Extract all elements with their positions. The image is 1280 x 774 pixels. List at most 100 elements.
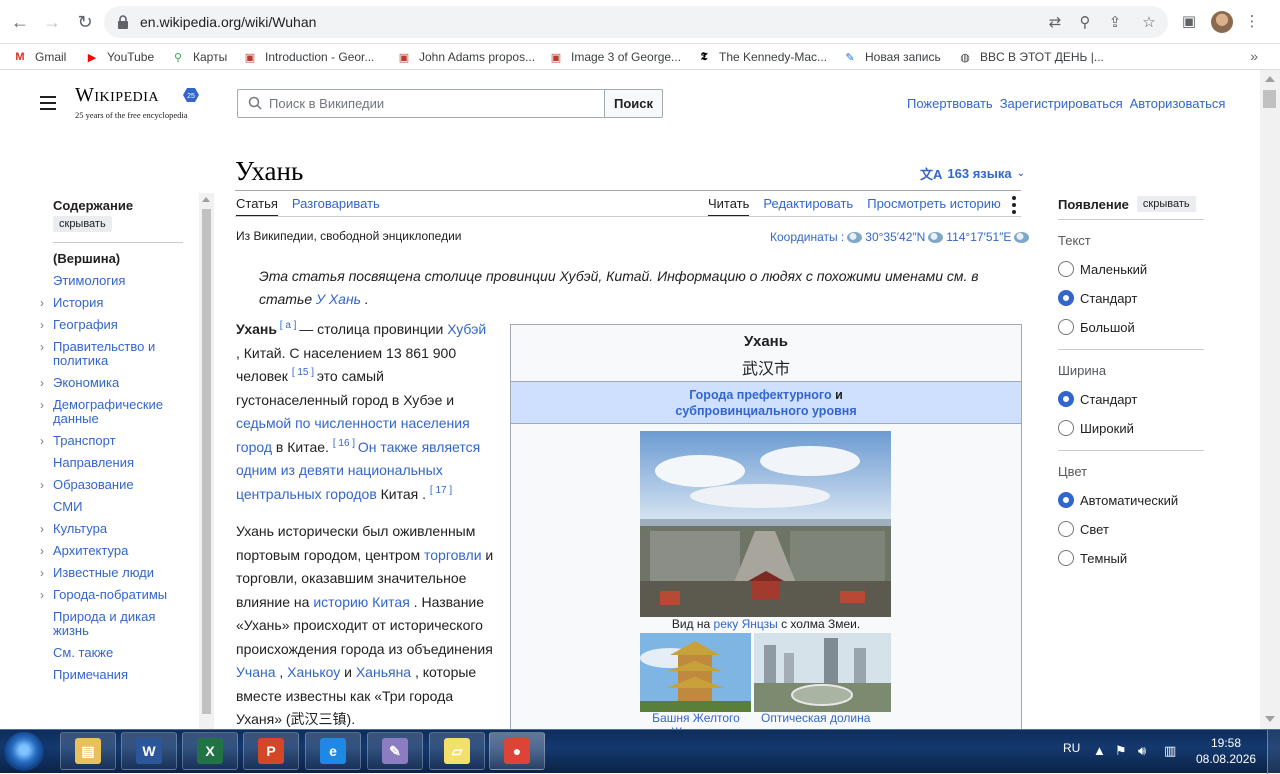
article-link[interactable]: Учана [236,664,276,680]
chevron-right-icon[interactable]: › [40,398,44,412]
taskbar-app-button[interactable]: ▱ [429,732,485,770]
taskbar-app-button[interactable]: ▤ [60,732,116,770]
bookmark-item[interactable]: M Gmail [12,48,66,66]
toc-item[interactable]: › Архитектура [40,543,188,559]
search-button[interactable]: Поиск [604,89,663,118]
login-link[interactable]: Авторизоваться [1130,96,1226,111]
coords-longitude[interactable]: 114°17′51″E [946,230,1011,244]
article-link[interactable]: историю Китая [313,594,409,610]
infobox-type-link[interactable]: Города префектурного [689,388,831,402]
radio-checked-icon[interactable] [1058,290,1074,306]
radio-option[interactable]: Широкий [1058,420,1208,436]
translate-icon[interactable]: ⇄ [1046,14,1064,32]
share-icon[interactable]: ⇪ [1106,14,1124,32]
bookmark-item[interactable]: ▣ Image 3 of George... [548,48,681,66]
bookmarks-overflow-icon[interactable]: » [1250,48,1258,64]
tab-history[interactable]: Просмотреть историю [867,196,1001,217]
toc-item[interactable]: Примечания [53,668,188,682]
infobox-type-link[interactable]: субпровинциального уровня [675,404,856,418]
bookmark-item[interactable]: ◍ BBC В ЭТОТ ДЕНЬ |... [957,48,1104,66]
taskbar-app-button[interactable]: e [305,732,361,770]
radio-option[interactable]: Автоматический [1058,492,1208,508]
input-language[interactable]: RU [1063,741,1080,755]
optics-valley-caption-link[interactable]: Оптическая долина [761,711,870,725]
article-link[interactable]: Ханьяна [356,664,411,680]
radio-checked-icon[interactable] [1058,391,1074,407]
chevron-right-icon[interactable]: › [40,296,44,310]
search-input[interactable]: Поиск в Википедии [237,89,605,118]
chevron-right-icon[interactable]: › [40,566,44,580]
tab-edit[interactable]: Редактировать [763,196,853,217]
article-link[interactable]: Хубэй [447,321,486,337]
toc-item-label[interactable]: Экономика [53,375,119,390]
toc-item[interactable]: › География [40,317,188,333]
action-center-flag-icon[interactable]: ⚑ [1115,743,1127,759]
radio-label[interactable]: Маленький [1080,262,1147,277]
radio-option[interactable]: Стандарт [1058,391,1208,407]
taskbar-app-button[interactable]: W [121,732,177,770]
toc-item-label[interactable]: Культура [53,521,107,536]
toc-item-label[interactable]: Этимология [53,273,125,288]
radio-label[interactable]: Автоматический [1080,493,1178,508]
toc-item-label[interactable]: Направления [53,455,134,470]
toc-item[interactable]: (Вершина) [53,252,188,266]
page-scrollbar[interactable] [1260,70,1280,729]
toc-item[interactable]: › Культура [40,521,188,537]
bookmark-item[interactable]: ▣ John Adams propos... [396,48,535,66]
radio-unchecked-icon[interactable] [1058,521,1074,537]
taskbar-app-button[interactable]: ✎ [367,732,423,770]
zoom-icon[interactable]: ⚲ [1076,14,1094,32]
toc-item-label[interactable]: История [53,295,103,310]
radio-option[interactable]: Свет [1058,521,1208,537]
appearance-hide-button[interactable]: скрывать [1136,196,1196,212]
taskbar-app-button[interactable]: P [243,732,299,770]
toc-item[interactable]: › Транспорт [40,434,188,449]
address-bar[interactable]: en.wikipedia.org/wiki/Wuhan ⇄ ⚲ ⇪ ☆ [104,6,1168,38]
tab-read[interactable]: Читать [708,196,750,217]
reference-link[interactable]: [ 16 ] [333,438,358,449]
toc-hide-button[interactable]: скрывать [53,216,112,232]
toc-item-label[interactable]: Примечания [53,667,128,682]
radio-label[interactable]: Большой [1080,320,1135,335]
toc-scrollbar[interactable] [199,193,214,729]
tower-caption-link[interactable]: Башня Желтого Журавля [644,711,748,729]
toc-item[interactable]: › Демографические данные [40,398,188,426]
toc-item-label[interactable]: Образование [53,477,134,492]
radio-unchecked-icon[interactable] [1058,420,1074,436]
chevron-right-icon[interactable]: › [40,376,44,390]
reference-link[interactable]: [ 15 ] [292,367,317,378]
hatnote-link[interactable]: У Хань [316,291,361,307]
toc-item[interactable]: › Города-побратимы [40,587,188,603]
start-button[interactable] [4,732,44,772]
chrome-menu-icon[interactable]: ⋮ [1243,13,1261,31]
toc-item-label[interactable]: Города-побратимы [53,587,167,602]
radio-label[interactable]: Широкий [1080,421,1134,436]
caption-link[interactable]: реку Янцзы [714,617,778,631]
radio-unchecked-icon[interactable] [1058,319,1074,335]
toc-item-label[interactable]: География [53,317,118,332]
chevron-right-icon[interactable]: › [40,478,44,492]
forward-icon[interactable]: → [40,10,64,34]
show-desktop-button[interactable] [1267,730,1280,774]
radio-option[interactable]: Маленький [1058,261,1208,277]
toc-item[interactable]: › Правительство и политика [40,340,188,368]
radio-unchecked-icon[interactable] [1058,261,1074,277]
taskbar-app-button[interactable]: X [182,732,238,770]
network-icon[interactable]: ▥ [1164,743,1176,759]
toc-item-label[interactable]: Архитектура [53,543,128,558]
back-icon[interactable]: ← [8,10,32,34]
toc-item[interactable]: › Экономика [40,375,188,391]
radio-label[interactable]: Свет [1080,522,1109,537]
more-tools-icon[interactable] [1010,194,1018,216]
chevron-right-icon[interactable]: › [40,318,44,332]
chevron-right-icon[interactable]: › [40,340,44,354]
bookmark-star-icon[interactable]: ☆ [1140,14,1158,32]
toc-item-label[interactable]: Природа и дикая жизнь [53,609,155,638]
toc-item[interactable]: › Образование [40,477,188,493]
radio-option[interactable]: Темный [1058,550,1208,566]
coords-latitude[interactable]: 30°35′42″N [865,230,925,244]
taskbar-app-button[interactable]: ● [489,732,545,770]
volume-icon[interactable]: 🔊︎ [1138,743,1146,759]
wikipedia-wordmark[interactable]: Wikipedia [75,84,159,107]
side-panel-icon[interactable]: ▣ [1180,13,1198,31]
